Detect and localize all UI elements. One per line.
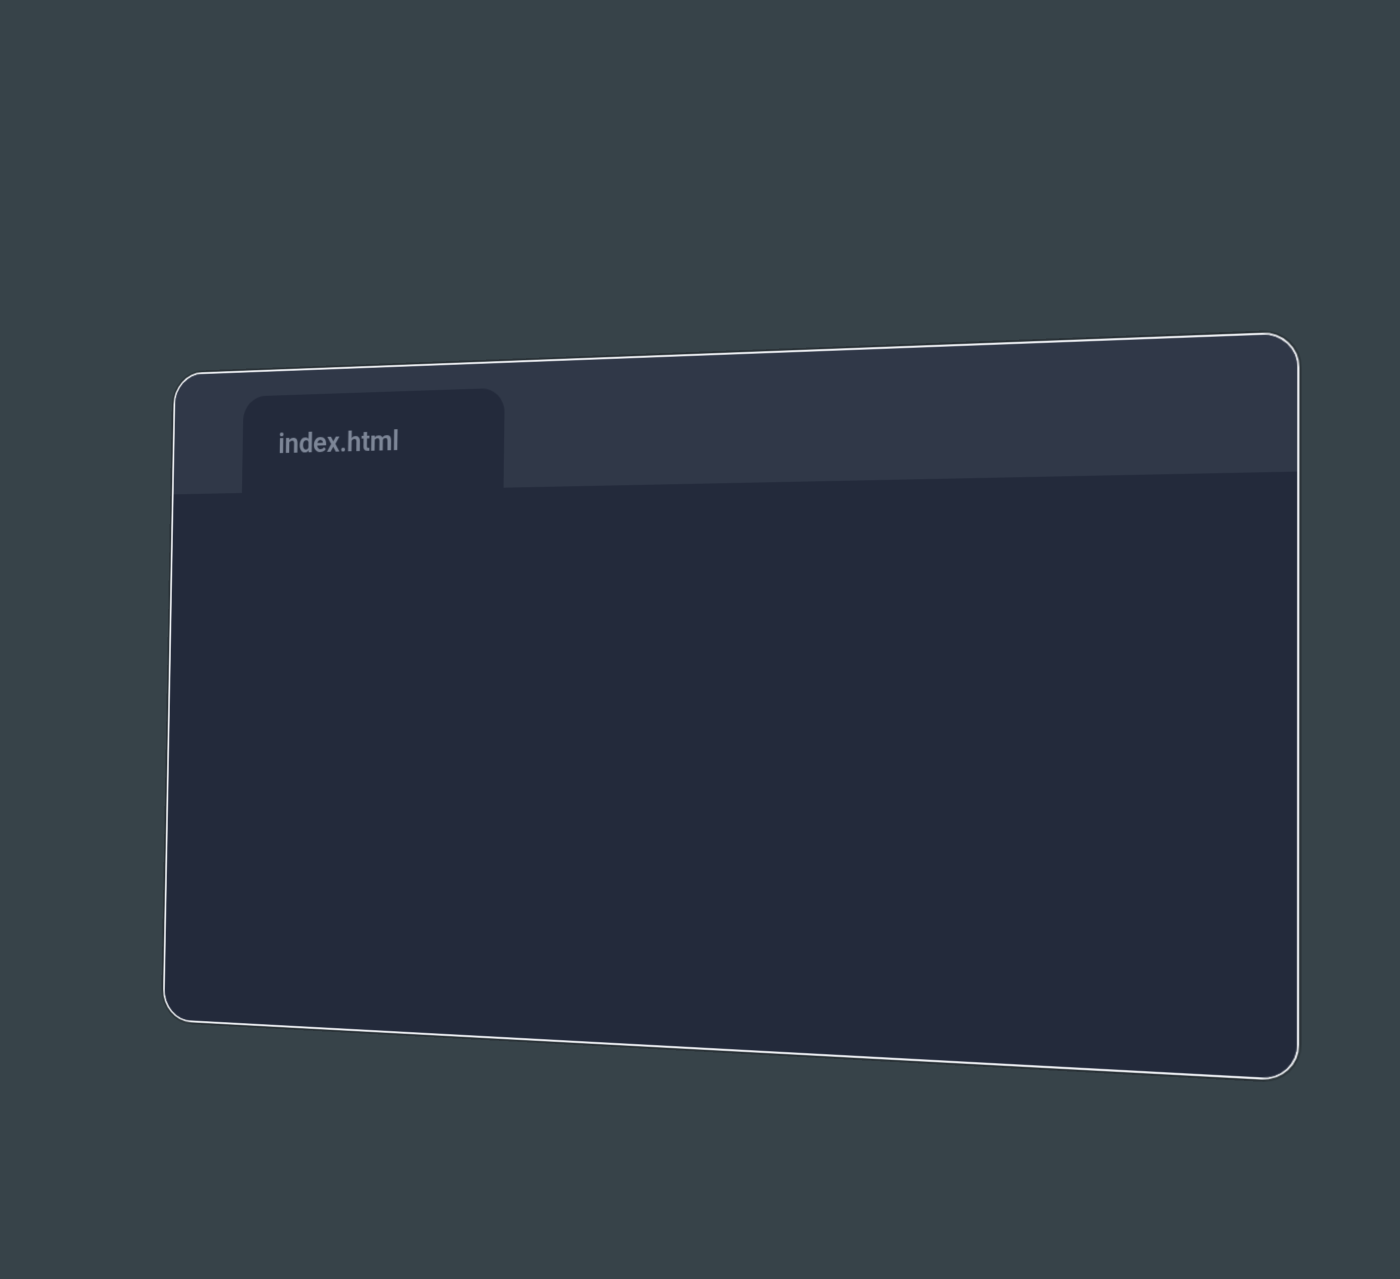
file-tab-label: index.html <box>278 424 399 460</box>
editor-body <box>164 472 1297 1080</box>
scene-wrapper: index.html <box>0 0 1400 1279</box>
editor-titlebar: index.html <box>174 334 1298 495</box>
file-tab[interactable]: index.html <box>242 388 505 493</box>
code-editor-window: index.html <box>163 331 1300 1081</box>
